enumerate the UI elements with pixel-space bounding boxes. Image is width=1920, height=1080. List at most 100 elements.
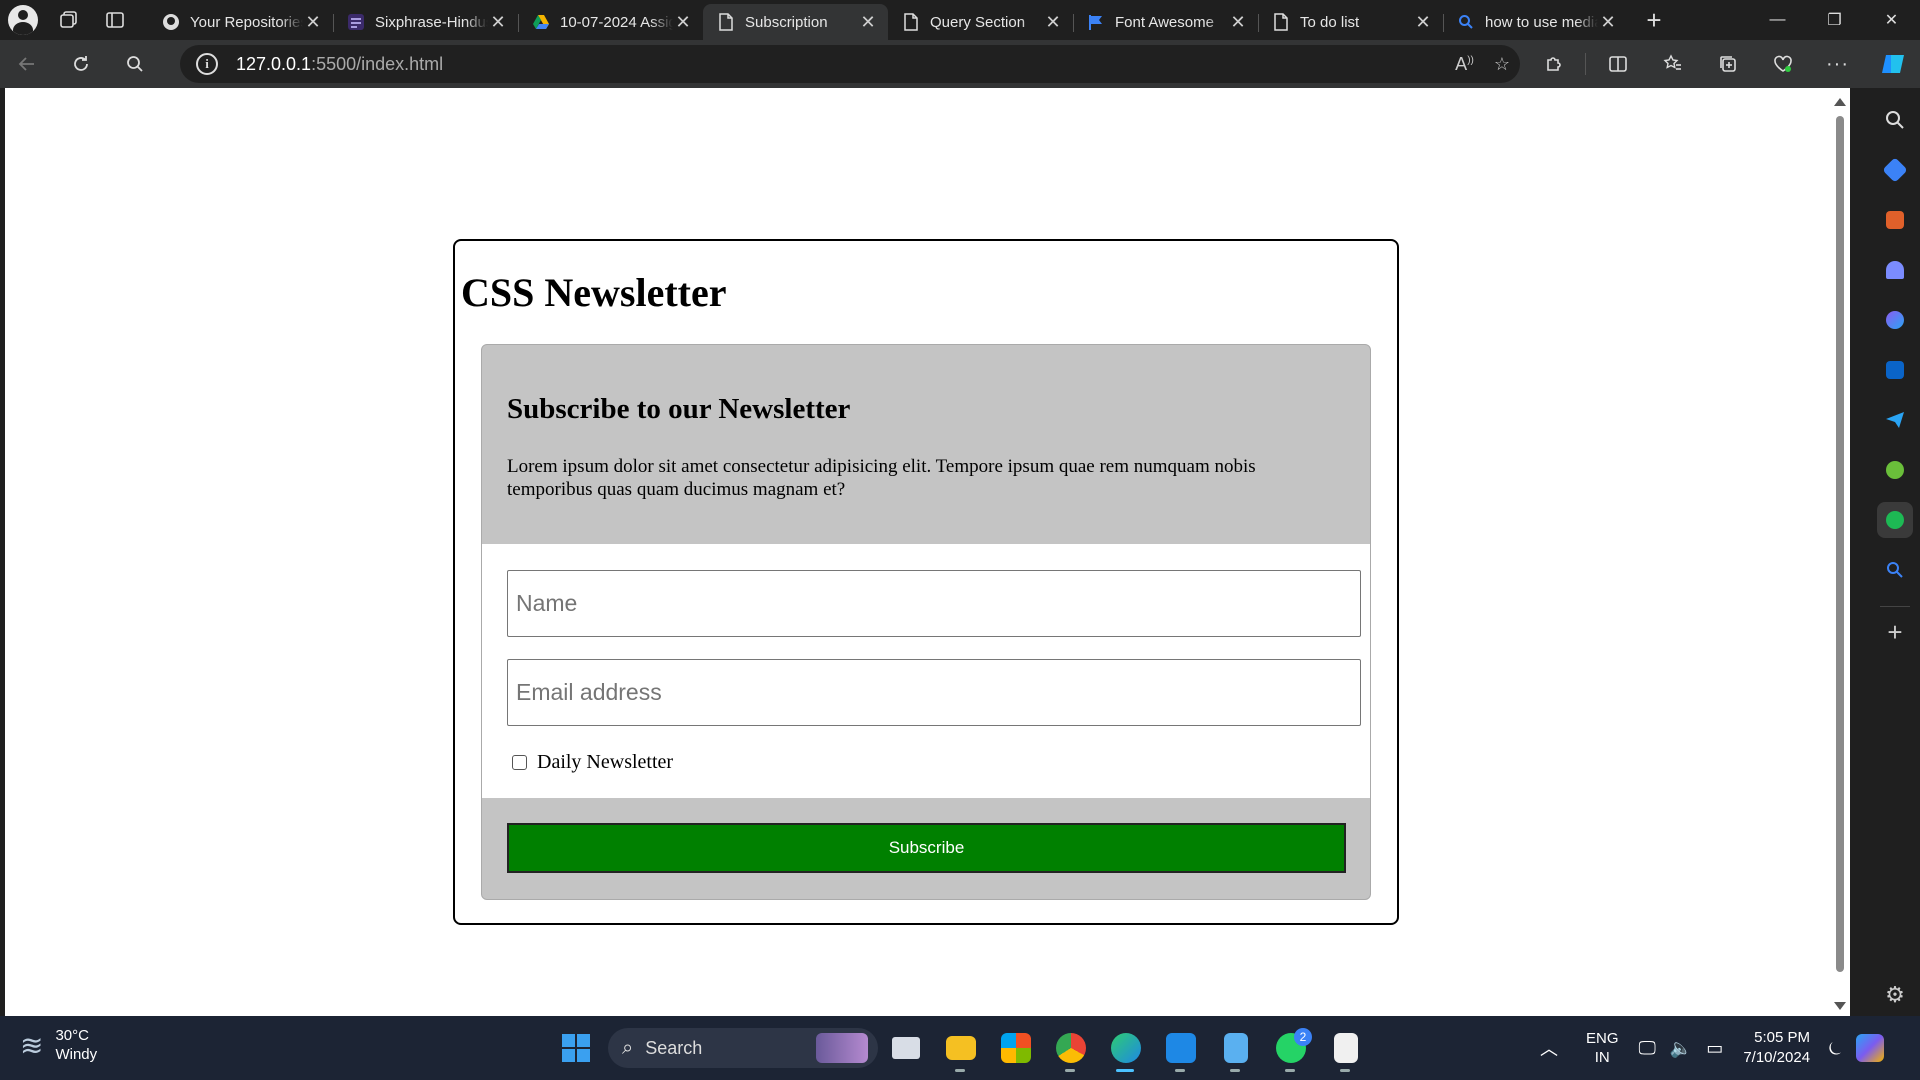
sidebar-microsoft-365[interactable] [1877, 302, 1913, 338]
notepad-button[interactable] [1208, 1024, 1263, 1072]
new-tab-button[interactable]: + [1636, 2, 1672, 38]
sidebar-games[interactable] [1877, 252, 1913, 288]
vscode-button[interactable] [1153, 1024, 1208, 1072]
tab-sixphrase[interactable]: Sixphrase-Hindustan ✕ [333, 4, 518, 40]
minimize-button[interactable]: — [1749, 0, 1806, 40]
close-tab-icon[interactable]: ✕ [673, 12, 693, 32]
volume-icon[interactable]: 🔈 [1670, 1038, 1692, 1059]
sidebar-send[interactable] [1877, 402, 1913, 438]
tab-query-section[interactable]: Query Section ✕ [888, 4, 1073, 40]
sidebar-spotify[interactable] [1877, 502, 1913, 538]
restore-button[interactable]: ❐ [1806, 0, 1863, 40]
epic-games-button[interactable] [1318, 1024, 1373, 1072]
refresh-button[interactable] [54, 40, 108, 88]
workspaces-button[interactable] [46, 0, 92, 40]
close-tab-icon[interactable]: ✕ [1043, 12, 1063, 32]
daily-newsletter-checkbox[interactable] [512, 755, 527, 770]
url-host: 127.0.0.1 [236, 53, 312, 74]
split-screen-button[interactable] [1590, 40, 1645, 88]
browser-essentials-button[interactable] [1755, 40, 1810, 88]
tab-font-awesome[interactable]: Font Awesome ✕ [1073, 4, 1258, 40]
search-highlight-image [816, 1033, 868, 1063]
sidebar-bing-search[interactable] [1877, 552, 1913, 588]
favorites-list-icon [1662, 54, 1681, 70]
close-tab-icon[interactable]: ✕ [1413, 12, 1433, 32]
taskbar-search[interactable]: ⌕ Search [608, 1028, 878, 1068]
tab-how-to-use-media[interactable]: how to use media ✕ [1443, 4, 1628, 40]
extensions-button[interactable] [1526, 40, 1581, 88]
microsoft-store-button[interactable] [988, 1024, 1043, 1072]
read-aloud-icon[interactable]: A)) [1455, 54, 1474, 75]
weather-widget[interactable]: ≋ 30°C Windy [20, 1026, 97, 1064]
tab-subscription[interactable]: Subscription ✕ [703, 4, 888, 40]
subscribe-button[interactable]: Subscribe [507, 823, 1346, 873]
name-field[interactable] [507, 570, 1361, 637]
scroll-down-icon[interactable] [1834, 1002, 1846, 1010]
tab-title: Subscription [745, 13, 828, 31]
tab-to-do-list[interactable]: To do list ✕ [1258, 4, 1443, 40]
tab-title: Query Section [930, 13, 1026, 31]
task-view-button[interactable] [878, 1024, 933, 1072]
close-tab-icon[interactable]: ✕ [303, 12, 323, 32]
back-arrow-icon [18, 57, 34, 71]
page-title: CSS Newsletter [461, 270, 727, 315]
edge-button[interactable] [1098, 1024, 1153, 1072]
close-tab-icon[interactable]: ✕ [1598, 12, 1618, 32]
close-tab-icon[interactable]: ✕ [858, 12, 878, 32]
sidebar-outlook[interactable] [1877, 352, 1913, 388]
page-scrollbar[interactable] [1830, 88, 1850, 1016]
tab-your-repositories[interactable]: Your Repositories ✕ [148, 4, 333, 40]
signup-footer: Subscribe [482, 798, 1370, 899]
close-window-button[interactable]: ✕ [1863, 0, 1920, 40]
language-code: ENG [1586, 1030, 1619, 1047]
browser-toolbar: i 127.0.0.1:5500/index.html A)) ☆ ··· [0, 40, 1920, 88]
copilot-button[interactable] [1865, 40, 1920, 88]
close-tab-icon[interactable]: ✕ [1228, 12, 1248, 32]
wind-icon: ≋ [20, 1029, 44, 1061]
sidebar-shopping[interactable] [1877, 152, 1913, 188]
search-icon [1457, 13, 1475, 31]
network-icon[interactable]: 🖵 [1639, 1038, 1656, 1059]
sidebar-tree[interactable] [1877, 452, 1913, 488]
sidebar-search[interactable] [1877, 102, 1913, 138]
address-bar[interactable]: i 127.0.0.1:5500/index.html A)) ☆ [180, 45, 1520, 83]
tab-title: how to use media [1485, 13, 1598, 31]
chess-piece-icon [1886, 261, 1904, 279]
tab-list: Your Repositories ✕ Sixphrase-Hindustan … [148, 0, 1672, 40]
profile-button[interactable] [0, 0, 46, 40]
collections-button[interactable] [1700, 40, 1755, 88]
page-icon [717, 13, 735, 31]
sidebar-tools[interactable] [1877, 202, 1913, 238]
add-sidebar-app-button[interactable]: + [1887, 617, 1902, 648]
favorite-star-icon[interactable]: ☆ [1494, 54, 1510, 75]
tab-assignment[interactable]: 10-07-2024 Assignment ✕ [518, 4, 703, 40]
site-info-icon[interactable]: i [196, 53, 218, 75]
daily-newsletter-option[interactable]: Daily Newsletter [512, 751, 673, 774]
more-dots-icon: ··· [1826, 52, 1849, 75]
sidebar-settings-icon[interactable]: ⚙ [1885, 982, 1905, 1008]
show-hidden-icons-chevron-icon[interactable]: ︿ [1540, 1035, 1558, 1061]
scroll-up-icon[interactable] [1834, 98, 1846, 106]
focus-assist-icon[interactable]: ⏾ [1828, 1038, 1842, 1059]
language-indicator[interactable]: ENG IN [1586, 1029, 1619, 1067]
email-field[interactable] [507, 659, 1361, 726]
battery-icon[interactable]: ▭ [1706, 1038, 1723, 1059]
vertical-tabs-button[interactable] [92, 0, 138, 40]
google-drive-icon [532, 13, 550, 31]
chrome-button[interactable] [1043, 1024, 1098, 1072]
settings-more-button[interactable]: ··· [1810, 40, 1865, 88]
search-page-button[interactable] [108, 40, 162, 88]
sidebar-divider [1880, 606, 1910, 607]
start-button[interactable] [552, 1024, 600, 1072]
workspaces-icon [60, 11, 77, 28]
github-icon [162, 13, 180, 31]
whatsapp-button[interactable]: 2 [1263, 1024, 1318, 1072]
copilot-taskbar-icon[interactable] [1856, 1034, 1885, 1062]
url-path: :5500/index.html [311, 53, 444, 74]
back-button[interactable] [0, 40, 54, 88]
scroll-thumb[interactable] [1836, 116, 1844, 972]
file-explorer-button[interactable] [933, 1024, 988, 1072]
favorites-button[interactable] [1645, 40, 1700, 88]
clock[interactable]: 5:05 PM 7/10/2024 [1743, 1028, 1810, 1068]
close-tab-icon[interactable]: ✕ [488, 12, 508, 32]
